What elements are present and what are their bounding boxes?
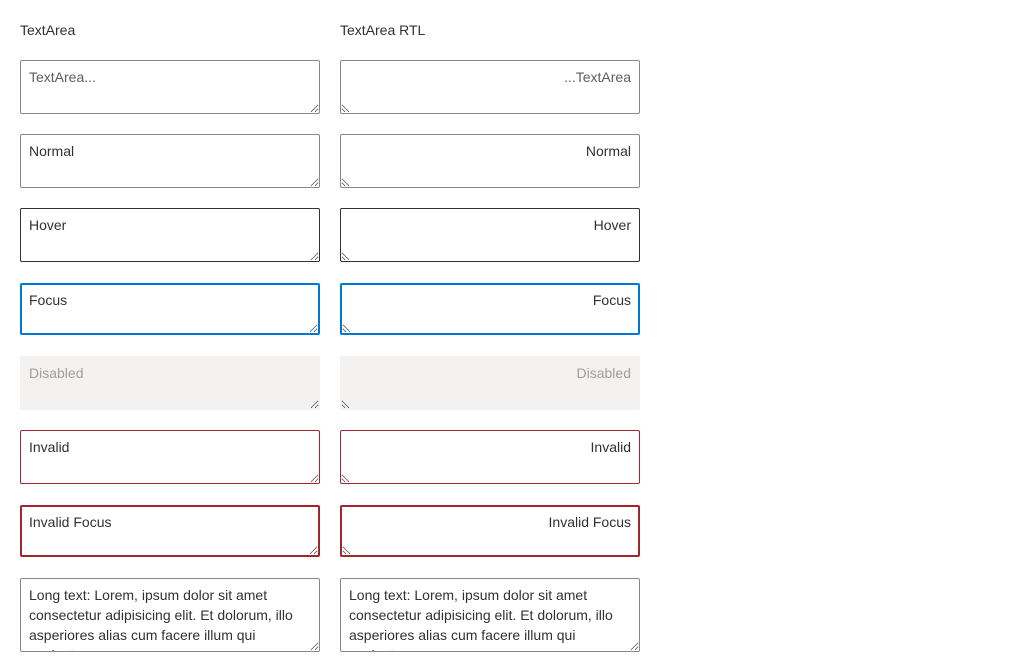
textarea-normal[interactable]: Normal [20,134,320,188]
textarea-rtl-focus[interactable]: Focus [340,283,640,335]
textarea-invalid-focus[interactable]: Invalid Focus [20,505,320,557]
textarea-rtl-invalid-focus[interactable]: Invalid Focus [340,505,640,557]
textarea-rtl-placeholder[interactable] [340,60,640,114]
textarea-rtl-long-text[interactable]: Long text: Lorem, ipsum dolor sit amet c… [340,578,640,652]
textarea-disabled: Disabled [20,356,320,410]
column-title-ltr: TextArea [20,22,76,38]
textarea-rtl-normal[interactable]: Normal [340,134,640,188]
textarea-invalid[interactable]: Invalid [20,430,320,484]
textarea-hover[interactable]: Hover [20,208,320,262]
column-title-rtl: TextArea RTL [340,22,426,38]
textarea-rtl-disabled: Disabled [340,356,640,410]
textarea-rtl-hover[interactable]: Hover [340,208,640,262]
textarea-long-text[interactable]: Long text: Lorem, ipsum dolor sit amet c… [20,578,320,652]
textarea-rtl-invalid[interactable]: Invalid [340,430,640,484]
textarea-focus[interactable]: Focus [20,283,320,335]
textarea-placeholder[interactable] [20,60,320,114]
